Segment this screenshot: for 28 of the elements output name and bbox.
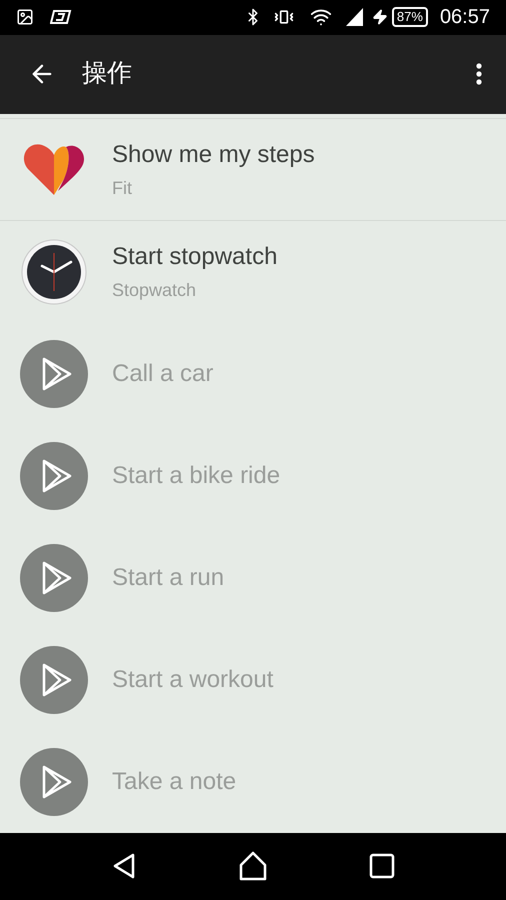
action-title: Show me my steps — [112, 140, 315, 170]
action-item[interactable]: Start stopwatch Stopwatch — [0, 220, 506, 323]
clock-icon — [21, 238, 87, 305]
play-store-icon — [20, 544, 88, 612]
more-options-icon — [476, 63, 482, 86]
action-title: Start stopwatch — [112, 242, 278, 272]
play-store-icon — [20, 748, 88, 816]
app-name: Fit — [112, 176, 133, 200]
charging-icon — [372, 9, 388, 26]
recents-button[interactable] — [369, 853, 396, 880]
action-title: Start a run — [112, 562, 224, 593]
clock-time: 06:57 — [440, 5, 490, 30]
play-store-icon — [20, 442, 88, 510]
page-title: 操作 — [82, 58, 132, 90]
battery-level: 87% — [392, 7, 428, 28]
action-item[interactable]: Show me my steps Fit — [0, 118, 506, 221]
action-title: Start a bike ride — [112, 460, 280, 491]
image-icon — [16, 8, 34, 26]
back-nav-button[interactable] — [110, 852, 137, 880]
home-button[interactable] — [238, 851, 268, 882]
app-name: Stopwatch — [112, 279, 198, 302]
action-title: Call a car — [112, 358, 214, 389]
action-title: Take a note — [112, 766, 236, 797]
signal-icon — [344, 7, 364, 28]
play-store-icon — [20, 646, 88, 714]
action-title: Start a workout — [112, 664, 274, 695]
network-icon — [50, 9, 72, 26]
play-store-icon — [20, 340, 88, 408]
